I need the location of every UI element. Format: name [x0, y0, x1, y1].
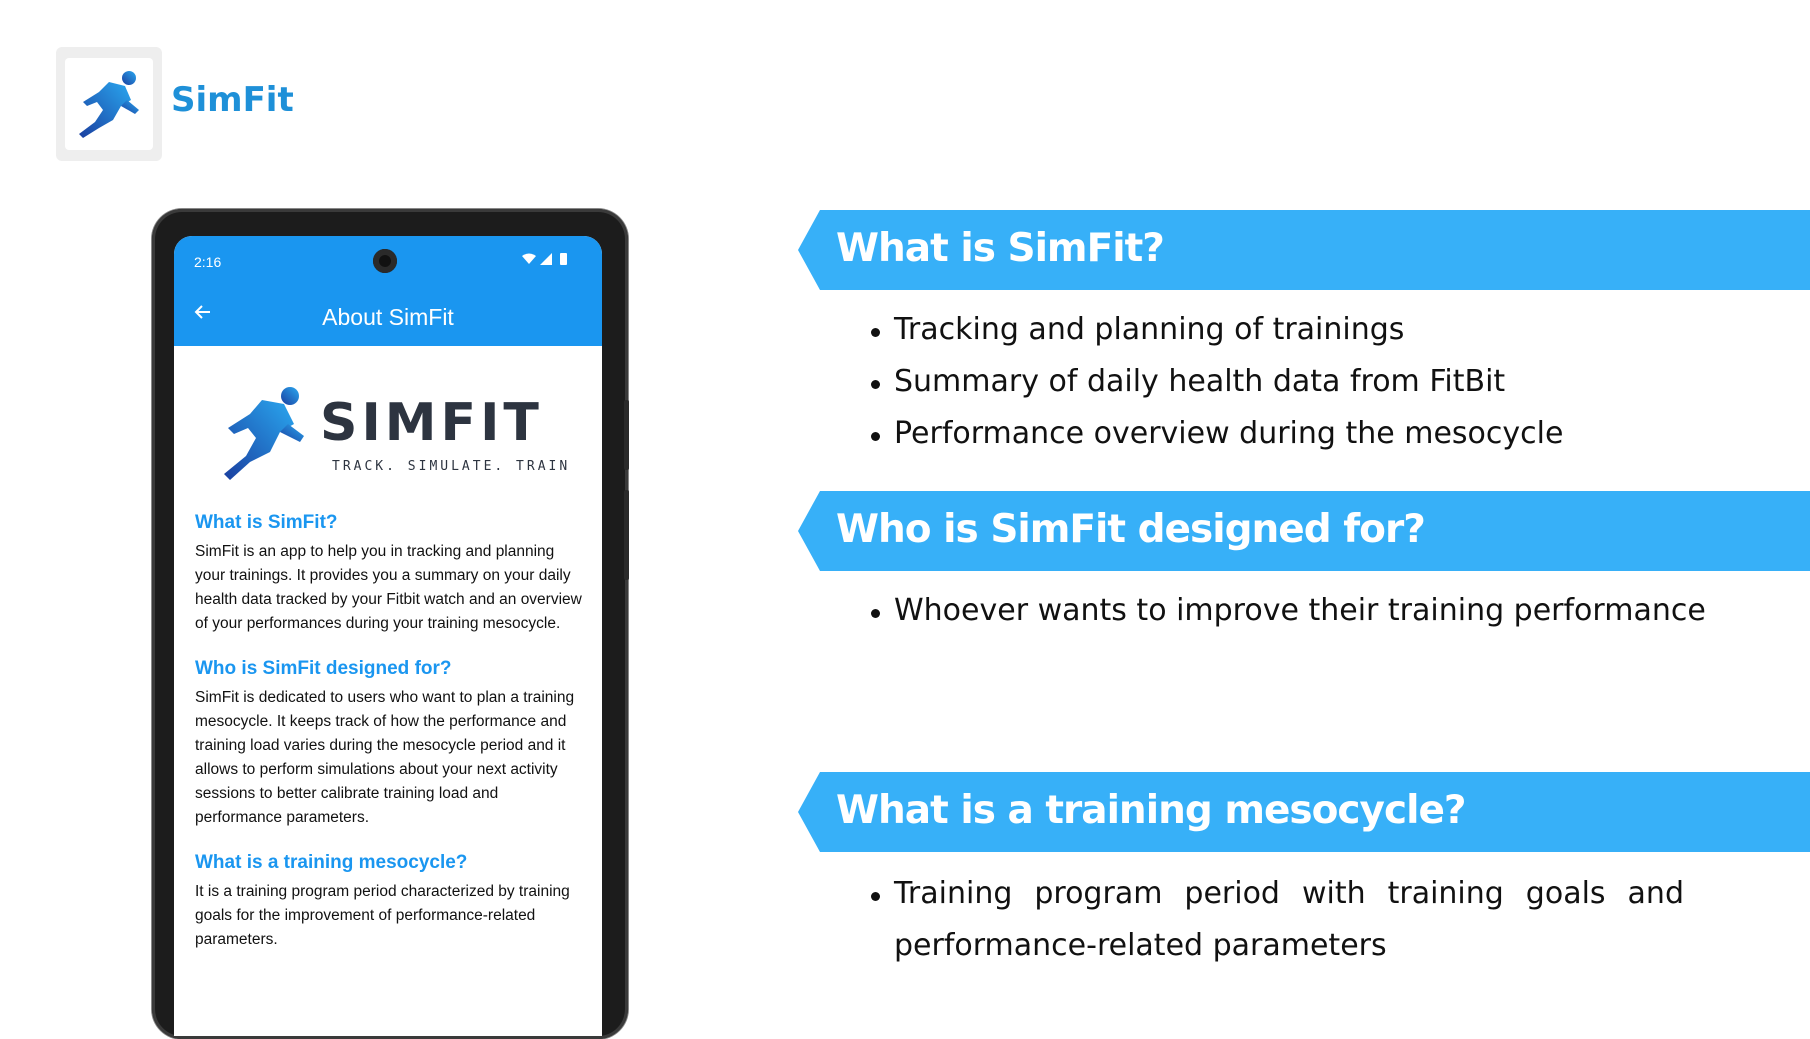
banner-heading: What is a training mesocycle?: [836, 788, 1467, 833]
about-section: What is SimFit? SimFit is an app to help…: [195, 512, 585, 636]
heading-banner-mesocycle: What is a training mesocycle?: [798, 772, 1810, 852]
banner-heading: What is SimFit?: [836, 226, 1165, 271]
bullet-item: Summary of daily health data from FitBit: [868, 356, 1563, 408]
banner-heading: Who is SimFit designed for?: [836, 507, 1426, 552]
heading-banner-what-is-simfit: What is SimFit?: [798, 210, 1810, 290]
section-body: SimFit is dedicated to users who want to…: [195, 689, 575, 826]
runner-icon: [224, 387, 304, 480]
bullet-item: Training program period with training go…: [868, 868, 1684, 972]
phone-power-button: [624, 490, 629, 580]
phone-volume-button: [624, 400, 629, 470]
about-section: What is a training mesocycle? It is a tr…: [195, 852, 585, 952]
front-camera: [373, 249, 397, 273]
section-title: What is SimFit?: [195, 512, 338, 533]
page-title: About SimFit: [322, 304, 454, 330]
bullet-item: Whoever wants to improve their training …: [868, 585, 1706, 637]
status-time: 2:16: [194, 254, 222, 270]
section-title: What is a training mesocycle?: [195, 852, 468, 873]
section-body: SimFit is an app to help you in tracking…: [195, 543, 582, 632]
about-content: What is SimFit? SimFit is an app to help…: [195, 512, 585, 974]
logo-wordmark: SIMFIT: [320, 393, 543, 453]
section-body: It is a training program period characte…: [195, 883, 570, 948]
logo-tagline: TRACK. SIMULATE. TRAIN.: [332, 459, 572, 474]
simfit-logo: SIMFIT TRACK. SIMULATE. TRAIN.: [212, 376, 578, 486]
bullet-item: Tracking and planning of trainings: [868, 304, 1563, 356]
app-bar: 2:16 About SimFit: [174, 236, 602, 346]
bullet-list-mesocycle: Training program period with training go…: [868, 868, 1684, 972]
brand-name: SimFit: [171, 80, 294, 120]
about-section: Who is SimFit designed for? SimFit is de…: [195, 658, 585, 830]
heading-banner-designed-for: Who is SimFit designed for?: [798, 491, 1810, 571]
app-logo-tile: [56, 47, 162, 161]
phone-screen: 2:16 About SimFit SIMFIT TRACK. SIMULATE…: [174, 236, 602, 1036]
bullet-list-designed-for: Whoever wants to improve their training …: [868, 585, 1706, 637]
bullet-item: Performance overview during the mesocycl…: [868, 408, 1563, 460]
runner-icon: [65, 58, 153, 150]
section-title: Who is SimFit designed for?: [195, 658, 452, 679]
bullet-list-what-is-simfit: Tracking and planning of trainings Summa…: [868, 304, 1563, 460]
status-icons: [520, 252, 572, 269]
